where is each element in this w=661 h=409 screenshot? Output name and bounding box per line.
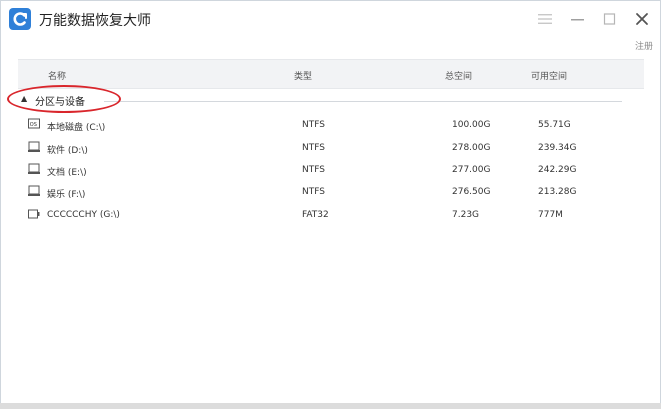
column-header-total-space[interactable]: 总空间 (445, 69, 472, 82)
system-drive-icon: OS (28, 118, 40, 129)
drive-name: 软件 (D:\) (47, 146, 88, 156)
svg-text:OS: OS (30, 122, 37, 128)
expand-triangle-icon[interactable]: ▲ (21, 94, 27, 103)
group-label: 分区与设备 (35, 97, 85, 108)
window-title: 万能数据恢复大师 (39, 13, 151, 29)
drive-free-space: 777M (538, 210, 563, 220)
drive-name: 本地磁盘 (C:\) (47, 123, 106, 133)
register-link[interactable]: 注册 (635, 39, 653, 52)
usb-drive-icon (28, 209, 40, 219)
drive-icon (28, 185, 40, 196)
drive-total-space: 100.00G (452, 120, 491, 130)
column-header-free-space[interactable]: 可用空间 (531, 69, 567, 82)
table-row[interactable]: OS 本地磁盘 (C:\) NTFS 100.00G 55.71G (18, 115, 644, 135)
drive-type: FAT32 (302, 210, 329, 220)
drive-total-space: 7.23G (452, 210, 480, 220)
column-header-type[interactable]: 类型 (294, 69, 312, 82)
minimize-button[interactable] (567, 9, 589, 29)
group-divider (104, 101, 622, 102)
minimize-icon (571, 19, 584, 21)
group-partitions-devices[interactable]: ▲ 分区与设备 (18, 91, 644, 109)
drive-type: NTFS (302, 187, 325, 197)
bottom-border (0, 403, 661, 409)
table-row[interactable]: 娱乐 (F:\) NTFS 276.50G 213.28G (18, 182, 644, 202)
column-header-name[interactable]: 名称 (48, 69, 66, 82)
drive-free-space: 55.71G (538, 120, 571, 130)
app-window: 万能数据恢复大师 注册 名称 类型 总空间 可用空间 ▲ 分区与设备 OS 本地… (0, 0, 661, 409)
table-row[interactable]: CCCCCCHY (G:\) FAT32 7.23G 777M (18, 205, 644, 225)
title-bar: 万能数据恢复大师 (1, 1, 660, 37)
drive-total-space: 278.00G (452, 143, 491, 153)
hamburger-menu-icon (538, 14, 552, 24)
drive-type: NTFS (302, 143, 325, 153)
drive-free-space: 213.28G (538, 187, 577, 197)
close-button[interactable] (631, 9, 653, 29)
drive-total-space: 276.50G (452, 187, 491, 197)
drive-free-space: 239.34G (538, 143, 577, 153)
drive-name: CCCCCCHY (G:\) (47, 210, 120, 220)
drive-icon (28, 163, 40, 174)
table-row[interactable]: 文档 (E:\) NTFS 277.00G 242.29G (18, 160, 644, 180)
menu-button[interactable] (534, 9, 556, 29)
drive-type: NTFS (302, 120, 325, 130)
drive-name: 娱乐 (F:\) (47, 190, 86, 200)
close-icon (636, 13, 648, 25)
table-row[interactable]: 软件 (D:\) NTFS 278.00G 239.34G (18, 138, 644, 158)
table-header: 名称 类型 总空间 可用空间 (18, 59, 644, 89)
drive-type: NTFS (302, 165, 325, 175)
drive-icon (28, 141, 40, 152)
app-logo-icon (9, 8, 31, 30)
maximize-button[interactable] (599, 9, 621, 29)
drive-total-space: 277.00G (452, 165, 491, 175)
maximize-icon (603, 13, 616, 25)
drive-name: 文档 (E:\) (47, 168, 87, 178)
drive-free-space: 242.29G (538, 165, 577, 175)
